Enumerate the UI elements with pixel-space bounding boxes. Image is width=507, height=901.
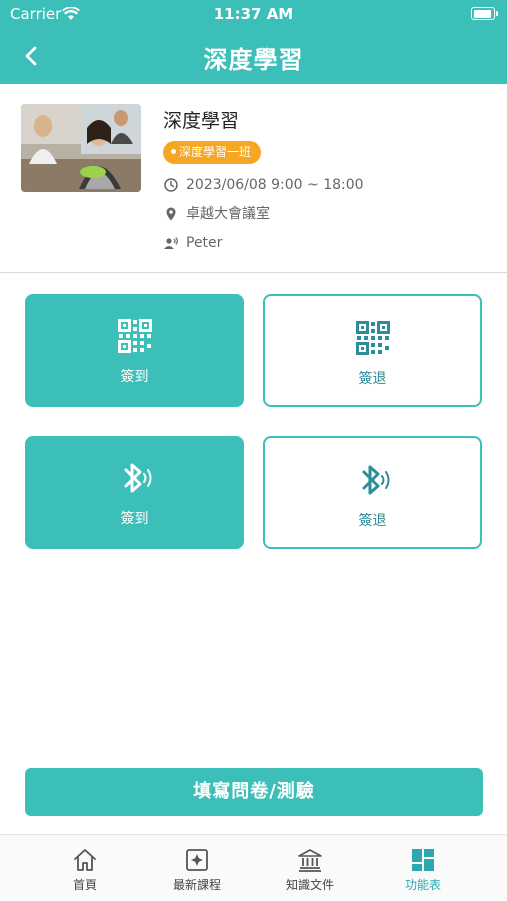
course-instructor: Peter	[186, 235, 223, 251]
status-bar: Carrier 11:37 AM	[0, 0, 507, 28]
course-thumbnail	[21, 104, 141, 192]
qr-check-in-label: 簽到	[120, 369, 149, 385]
home-icon	[72, 847, 98, 873]
navigation-bar: 深度學習	[0, 28, 507, 84]
tab-new-courses[interactable]: 最新課程	[134, 835, 260, 901]
tab-knowledge-documents[interactable]: 知識文件	[247, 835, 373, 901]
qr-check-out-label: 簽退	[358, 371, 387, 387]
course-title: 深度學習	[163, 110, 240, 132]
bluetooth-icon	[355, 462, 391, 498]
tab-knowledge-documents-label: 知識文件	[285, 878, 334, 892]
page-title: 深度學習	[203, 46, 304, 74]
course-location: 卓越大會議室	[186, 206, 270, 222]
class-badge-label: 深度學習一班	[179, 145, 252, 159]
bottom-tab-bar: 首頁 最新課程 知識文件 功能表	[0, 834, 507, 901]
course-datetime: 2023/06/08 9:00 ~ 18:00	[186, 177, 364, 193]
status-time: 11:37 AM	[213, 5, 294, 23]
qr-code-icon	[355, 320, 391, 356]
qr-check-out-button[interactable]: 簽退	[263, 294, 482, 407]
bluetooth-check-in-label: 簽到	[120, 511, 149, 527]
battery-icon	[471, 7, 498, 20]
qr-code-icon	[117, 318, 153, 354]
class-badge: 深度學習一班	[163, 141, 262, 164]
tab-function-menu[interactable]: 功能表	[360, 835, 486, 901]
bluetooth-icon	[117, 460, 153, 496]
tab-home[interactable]: 首頁	[22, 835, 148, 901]
grid-menu-icon	[410, 847, 436, 873]
survey-quiz-button[interactable]: 填寫問卷/測驗	[25, 768, 483, 816]
speaker-person-icon	[163, 235, 179, 251]
library-icon	[297, 847, 323, 873]
tab-new-courses-label: 最新課程	[172, 878, 221, 892]
location-pin-icon	[163, 206, 179, 222]
course-info-card: 深度學習 深度學習一班 2023/06/08 9:00 ~ 18:00 卓越大會…	[0, 84, 507, 273]
new-course-icon	[184, 847, 210, 873]
bluetooth-check-out-label: 簽退	[358, 513, 387, 529]
tab-home-label: 首頁	[72, 878, 97, 892]
clock-icon	[163, 177, 179, 193]
tab-function-menu-label: 功能表	[404, 878, 441, 892]
bluetooth-check-in-button[interactable]: 簽到	[25, 436, 244, 549]
qr-check-in-button[interactable]: 簽到	[25, 294, 244, 407]
bluetooth-check-out-button[interactable]: 簽退	[263, 436, 482, 549]
